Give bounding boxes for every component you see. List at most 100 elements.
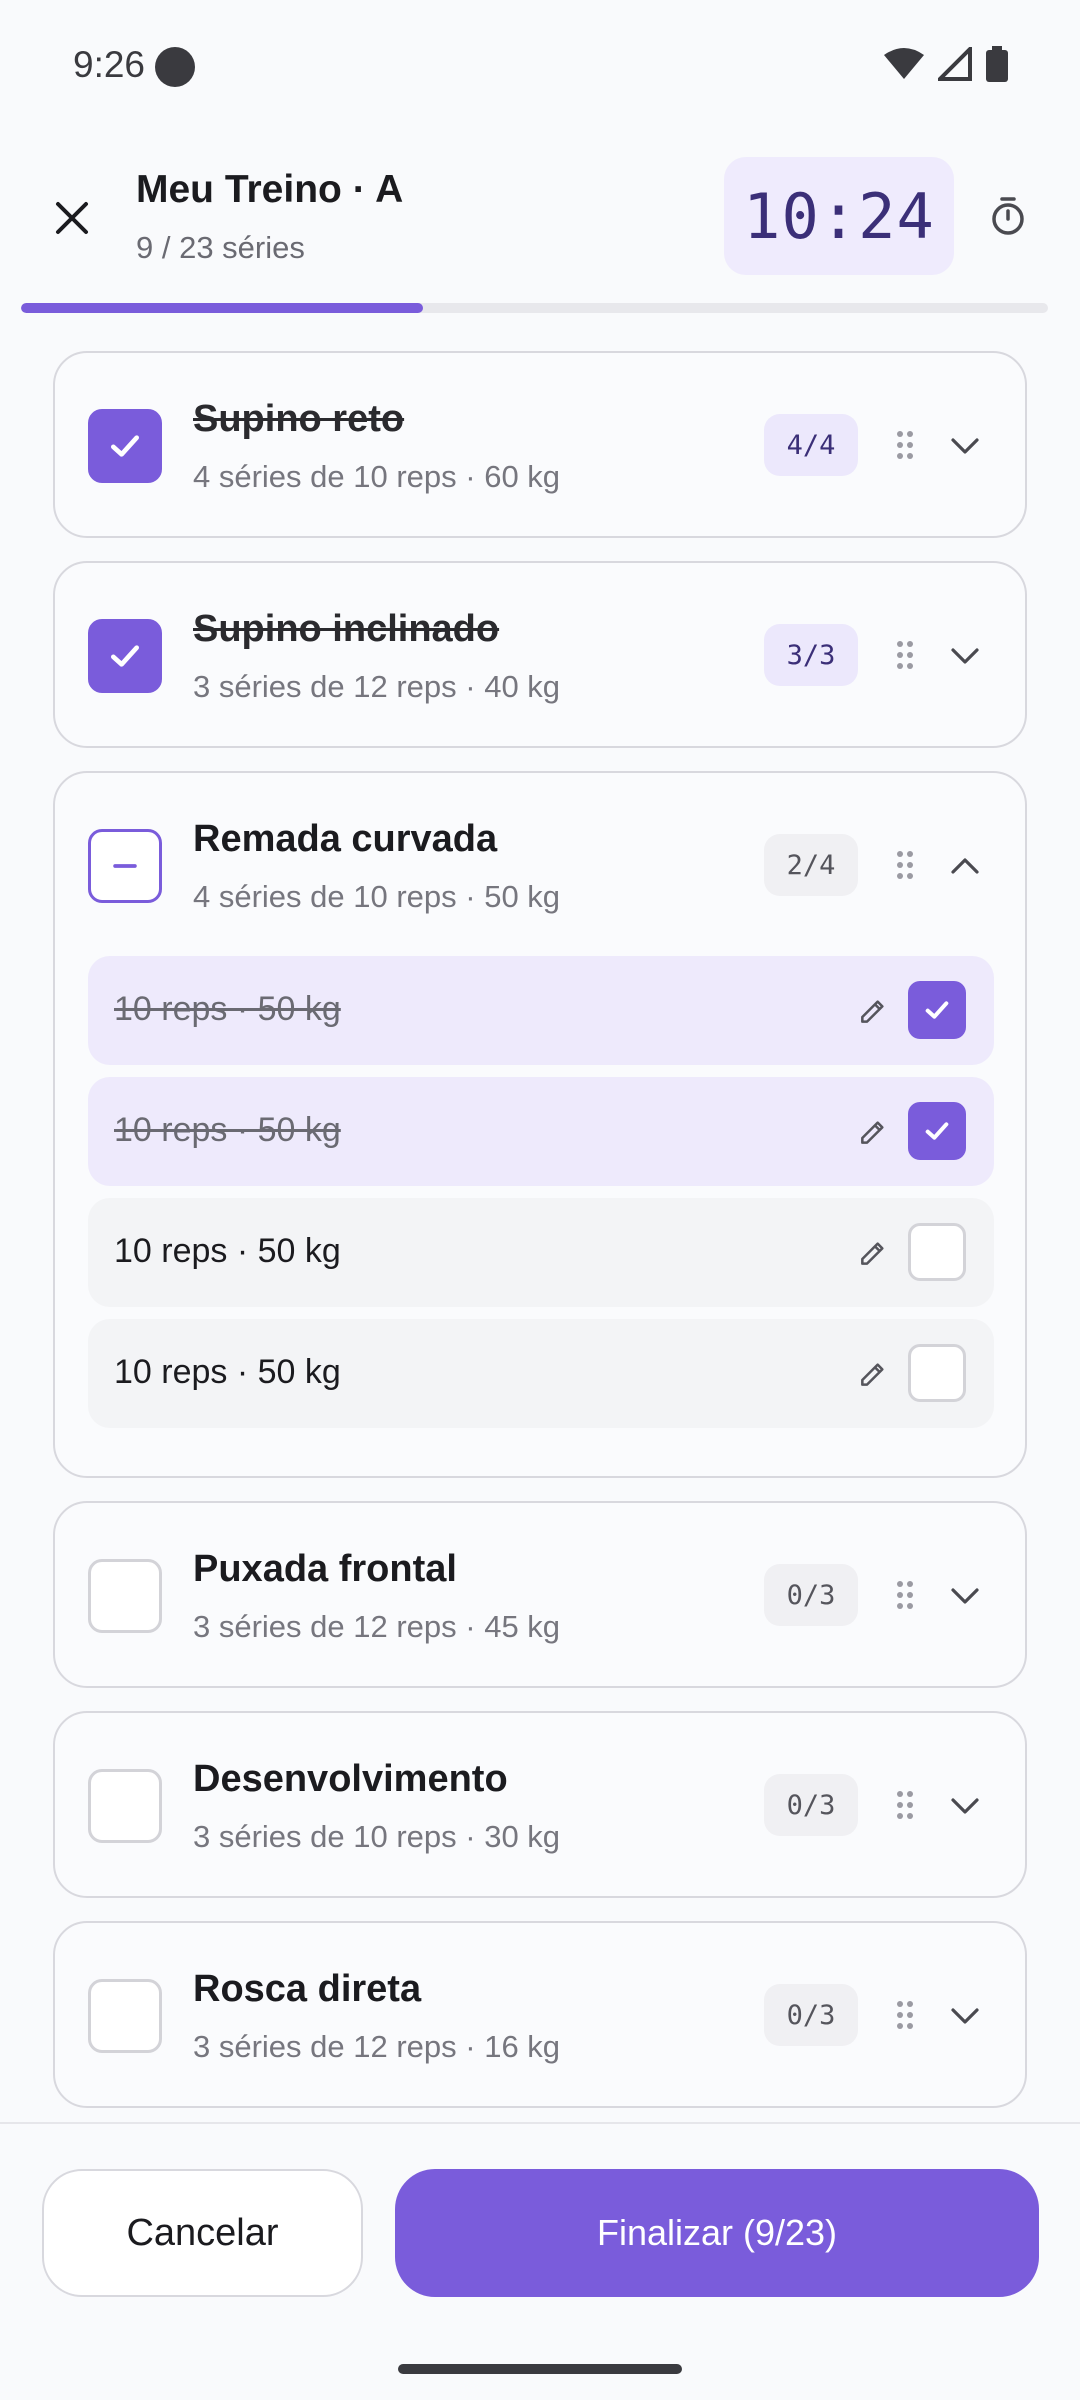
series-count-badge: 4/4 — [764, 414, 858, 476]
set-row[interactable]: 10 reps · 50 kg — [88, 1198, 994, 1307]
exercise-detail: 3 séries de 12 reps · 16 kg — [193, 2029, 561, 2064]
check-icon — [111, 435, 139, 457]
status-icons — [884, 46, 1008, 82]
pencil-icon — [861, 1121, 884, 1144]
notification-dot-icon — [155, 47, 195, 87]
exercise-card[interactable]: Supino reto 4 séries de 10 reps · 60 kg … — [53, 351, 1027, 538]
timer[interactable]: 10:24 — [724, 157, 954, 275]
bottom-action-bar: Cancelar Finalizar (9/23) — [0, 2122, 1080, 2400]
chevron-down-icon — [951, 1588, 979, 1604]
exercise-detail: 4 séries de 10 reps · 50 kg — [193, 879, 561, 914]
stopwatch-button[interactable] — [980, 188, 1036, 244]
drag-handle[interactable] — [885, 1993, 925, 2037]
pencil-icon — [861, 1000, 884, 1023]
set-label: 10 reps · 50 kg — [114, 1353, 341, 1391]
series-progress-text: 9 / 23 séries — [136, 230, 305, 265]
expand-button[interactable] — [940, 1991, 990, 2041]
set-checkbox[interactable] — [908, 981, 966, 1039]
exercise-card[interactable]: Desenvolvimento 3 séries de 10 reps · 30… — [53, 1711, 1027, 1898]
drag-handle[interactable] — [885, 423, 925, 467]
pencil-icon — [861, 1363, 884, 1386]
chevron-down-icon — [951, 1798, 979, 1814]
page-title: Meu Treino · A — [136, 168, 404, 211]
check-icon — [925, 1001, 949, 1019]
chevron-down-icon — [951, 648, 979, 664]
set-row[interactable]: 10 reps · 50 kg — [88, 1077, 994, 1186]
drag-handle[interactable] — [885, 843, 925, 887]
stopwatch-icon — [992, 197, 1024, 235]
check-icon — [111, 645, 139, 667]
expand-button[interactable] — [940, 1781, 990, 1831]
set-label: 10 reps · 50 kg — [114, 1232, 341, 1270]
battery-icon — [986, 46, 1008, 82]
workout-progress-bar — [21, 303, 1048, 313]
expand-button[interactable] — [940, 421, 990, 471]
drag-handle-icon — [897, 1581, 913, 1609]
exercise-detail: 4 séries de 10 reps · 60 kg — [193, 459, 561, 494]
exercise-detail: 3 séries de 12 reps · 45 kg — [193, 1609, 561, 1644]
chevron-down-icon — [951, 2008, 979, 2024]
exercise-name: Puxada frontal — [193, 1548, 457, 1590]
home-indicator — [398, 2364, 682, 2374]
series-count-badge: 0/3 — [764, 1564, 858, 1626]
drag-handle-icon — [897, 1791, 913, 1819]
edit-set-button[interactable] — [848, 1228, 898, 1278]
exercise-checkbox[interactable] — [88, 409, 162, 483]
exercise-checkbox[interactable] — [88, 619, 162, 693]
series-count-badge: 0/3 — [764, 1984, 858, 2046]
set-label: 10 reps · 50 kg — [114, 1111, 341, 1149]
exercise-card[interactable]: Rosca direta 3 séries de 12 reps · 16 kg… — [53, 1921, 1027, 2108]
wifi-icon — [884, 48, 924, 79]
drag-handle-icon — [897, 641, 913, 669]
drag-handle[interactable] — [885, 633, 925, 677]
cancel-button[interactable]: Cancelar — [42, 2169, 363, 2297]
series-count-badge: 3/3 — [764, 624, 858, 686]
exercise-card[interactable]: Puxada frontal 3 séries de 12 reps · 45 … — [53, 1501, 1027, 1688]
check-icon — [925, 1122, 949, 1140]
expand-button[interactable] — [940, 631, 990, 681]
chevron-down-icon — [951, 438, 979, 454]
exercise-checkbox[interactable] — [88, 1769, 162, 1843]
finish-button[interactable]: Finalizar (9/23) — [395, 2169, 1039, 2297]
set-row[interactable]: 10 reps · 50 kg — [88, 956, 994, 1065]
close-button[interactable] — [44, 190, 100, 246]
timer-text: 10:24 — [743, 179, 935, 253]
workout-header: Meu Treino · A 9 / 23 séries 10:24 — [0, 150, 1080, 300]
exercise-detail: 3 séries de 12 reps · 40 kg — [193, 669, 561, 704]
exercise-card[interactable]: Remada curvada 4 séries de 10 reps · 50 … — [53, 771, 1027, 1478]
close-icon — [56, 202, 88, 234]
exercise-name: Supino reto — [193, 398, 405, 440]
signal-icon — [938, 47, 972, 81]
drag-handle-icon — [897, 851, 913, 879]
collapse-button[interactable] — [940, 841, 990, 891]
exercise-name: Remada curvada — [193, 818, 498, 860]
set-checkbox[interactable] — [908, 1223, 966, 1281]
edit-set-button[interactable] — [848, 986, 898, 1036]
chevron-up-icon — [951, 858, 979, 874]
set-row[interactable]: 10 reps · 50 kg — [88, 1319, 994, 1428]
set-checkbox[interactable] — [908, 1102, 966, 1160]
drag-handle[interactable] — [885, 1783, 925, 1827]
exercise-name: Desenvolvimento — [193, 1758, 508, 1800]
exercise-name: Rosca direta — [193, 1968, 422, 2010]
expand-button[interactable] — [940, 1571, 990, 1621]
exercise-card[interactable]: Supino inclinado 3 séries de 12 reps · 4… — [53, 561, 1027, 748]
status-time: 9:26 — [73, 44, 146, 85]
exercise-checkbox[interactable] — [88, 829, 162, 903]
edit-set-button[interactable] — [848, 1107, 898, 1157]
edit-set-button[interactable] — [848, 1349, 898, 1399]
drag-handle-icon — [897, 2001, 913, 2029]
exercise-checkbox[interactable] — [88, 1979, 162, 2053]
exercise-checkbox[interactable] — [88, 1559, 162, 1633]
set-label: 10 reps · 50 kg — [114, 990, 341, 1028]
status-bar: 9:26 — [0, 0, 1080, 130]
set-checkbox[interactable] — [908, 1344, 966, 1402]
series-count-badge: 0/3 — [764, 1774, 858, 1836]
exercise-list: Supino reto 4 séries de 10 reps · 60 kg … — [53, 351, 1027, 2131]
set-list: 10 reps · 50 kg 10 reps · 50 kg 10 reps … — [88, 956, 994, 1440]
drag-handle[interactable] — [885, 1573, 925, 1617]
pencil-icon — [861, 1242, 884, 1265]
drag-handle-icon — [897, 431, 913, 459]
series-count-badge: 2/4 — [764, 834, 858, 896]
minus-icon — [113, 864, 137, 868]
